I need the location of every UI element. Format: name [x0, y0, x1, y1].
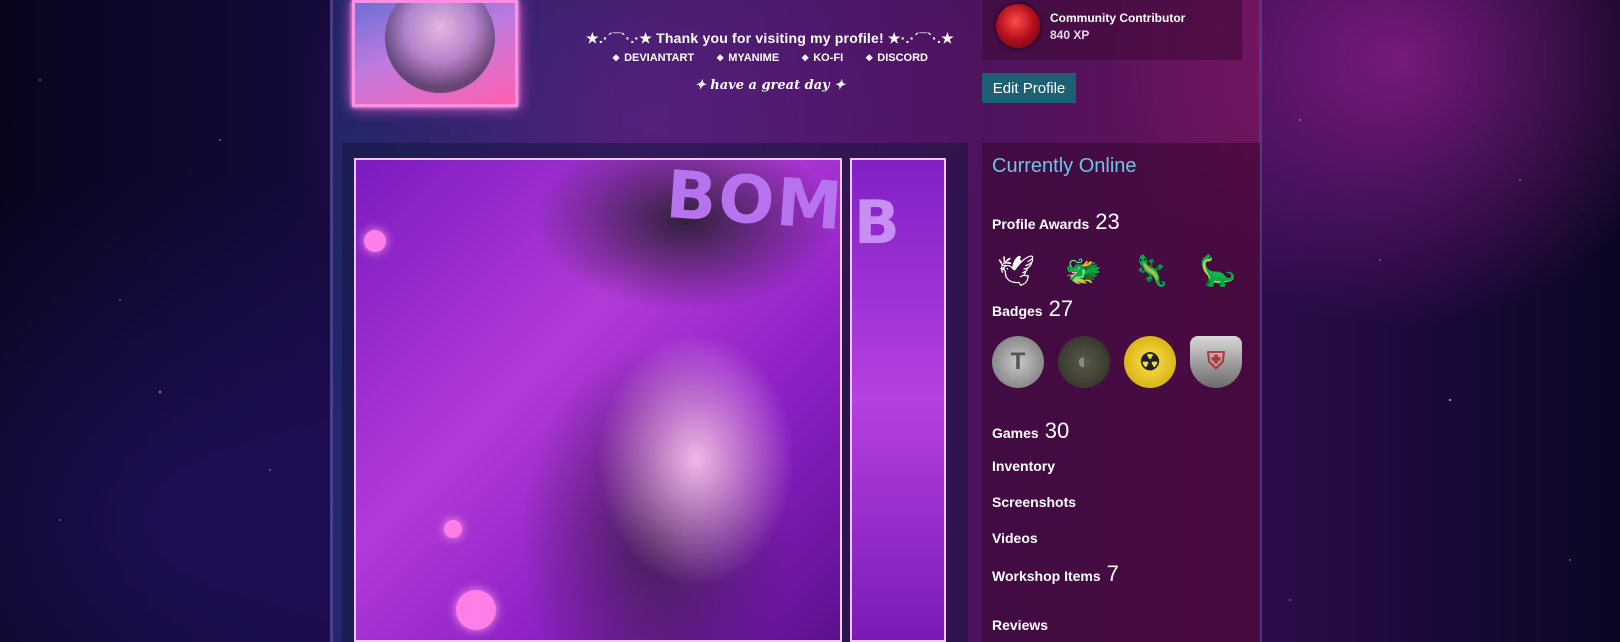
dragon-award-icon[interactable]: 🐲 [1059, 248, 1107, 294]
favorite-badge[interactable]: Community Contributor 840 XP [982, 0, 1242, 60]
avatar[interactable] [352, 0, 518, 107]
badges-link[interactable]: Badges 27 [992, 296, 1073, 322]
link-label: DISCORD [877, 52, 928, 64]
profile-summary: ★.·´¯`·.·★ Thank you for visiting my pro… [540, 30, 1000, 93]
diamond-icon: ❖ [865, 53, 874, 63]
winged-award-icon[interactable]: 🕊 [992, 248, 1040, 294]
artwork-showcase-side[interactable]: B [850, 158, 946, 642]
games-link[interactable]: Games 30 [992, 418, 1069, 444]
dino-award-icon[interactable]: 🦕 [1194, 248, 1242, 294]
diamond-icon: ❖ [611, 53, 621, 63]
badge-title: Community Contributor [1050, 11, 1186, 25]
profile-awards-link[interactable]: Profile Awards 23 [992, 209, 1120, 235]
edit-profile-button[interactable]: Edit Profile [982, 73, 1076, 103]
awards-label: Profile Awards [992, 216, 1090, 232]
artwork-side-text: B [854, 188, 900, 258]
glow-orb [444, 520, 462, 538]
awards-row: 🕊 🐲 🦎 🦕 [992, 248, 1242, 294]
summary-links: ❖ DEVIANTART ❖ MYANIME ❖ KO-FI ❖ DISCORD [540, 52, 1000, 64]
avatar-image [385, 3, 495, 93]
workshop-label: Workshop Items [992, 568, 1101, 584]
games-count: 30 [1044, 418, 1070, 443]
workshop-items-link[interactable]: Workshop Items 7 [992, 561, 1119, 587]
games-label: Games [992, 425, 1039, 441]
coin-badge-icon[interactable]: T [992, 336, 1044, 388]
screenshots-link[interactable]: Screenshots [992, 494, 1076, 510]
glow-orb [364, 230, 386, 252]
link-label: MYANIME [728, 52, 780, 64]
videos-link[interactable]: Videos [992, 530, 1038, 546]
link-myanime[interactable]: ❖ MYANIME [716, 52, 779, 64]
summary-thanks-text: ★.·´¯`·.·★ Thank you for visiting my pro… [586, 30, 954, 46]
awards-count: 23 [1095, 209, 1120, 234]
diamond-icon: ❖ [716, 53, 725, 63]
link-deviantart[interactable]: ❖ DEVIANTART [612, 52, 694, 64]
contributor-badge-icon [996, 4, 1040, 48]
link-label: KO-FI [813, 52, 844, 64]
badge-xp: 840 XP [1050, 28, 1090, 42]
badges-count: 27 [1048, 296, 1074, 321]
inventory-link[interactable]: Inventory [992, 458, 1055, 474]
reviews-link[interactable]: Reviews [992, 617, 1048, 633]
lizard-award-icon[interactable]: 🦎 [1127, 248, 1175, 294]
link-discord[interactable]: ❖ DISCORD [865, 52, 928, 64]
artwork-showcase-main[interactable]: BOMB [354, 158, 842, 642]
artwork-cap-text: BOMB [663, 158, 842, 249]
badges-row: T ◐ ☢ ⛨ [992, 336, 1242, 388]
shield-badge-icon[interactable]: ⛨ [1190, 336, 1242, 388]
workshop-count: 7 [1106, 561, 1119, 586]
link-kofi[interactable]: ❖ KO-FI [801, 52, 843, 64]
diamond-icon: ❖ [801, 53, 810, 63]
summary-greeting: ✦ have a great day ✦ [694, 78, 846, 93]
profile-sidebar: Currently Online Profile Awards 23 🕊 🐲 🦎 … [982, 143, 1260, 642]
online-status: Currently Online [992, 155, 1137, 177]
radiation-badge-icon[interactable]: ☢ [1124, 336, 1176, 388]
emblem-badge-icon[interactable]: ◐ [1058, 336, 1110, 388]
glow-orb [456, 590, 496, 630]
badges-label: Badges [992, 303, 1043, 319]
link-label: DEVIANTART [624, 52, 695, 64]
